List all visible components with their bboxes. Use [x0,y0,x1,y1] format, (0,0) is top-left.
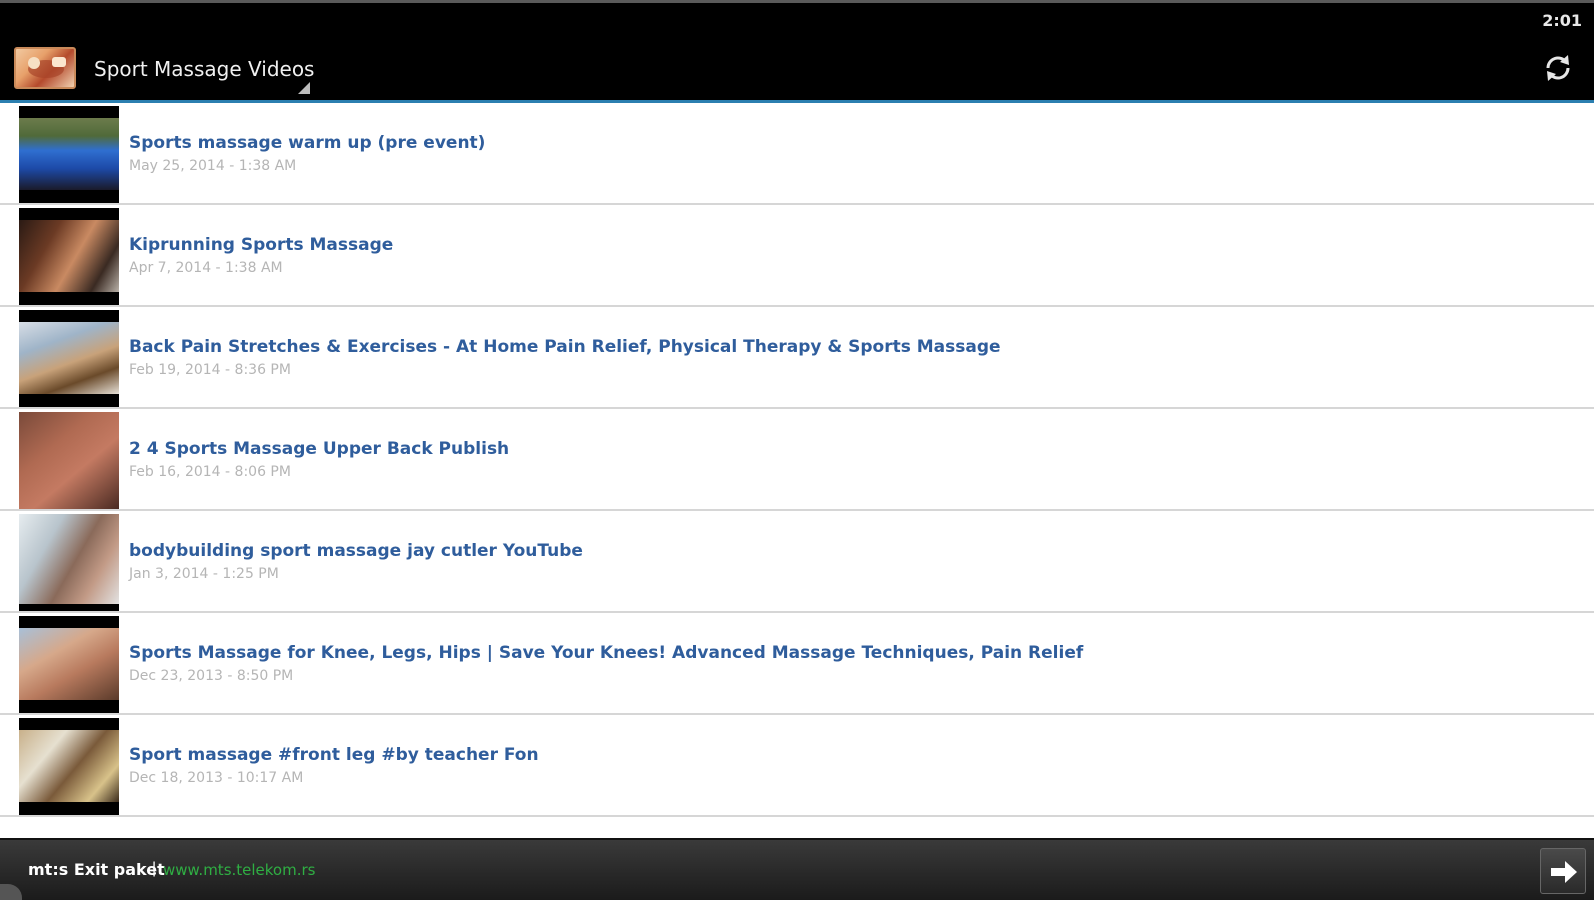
video-list[interactable]: Sports massage warm up (pre event) May 2… [0,103,1594,836]
ad-banner[interactable]: mt:s Exit paket | www.mts.telekom.rs [0,838,1594,900]
thumbnail-image [19,730,119,802]
thumbnail-image [19,514,119,604]
video-title[interactable]: Kiprunning Sports Massage [129,235,393,255]
ad-corner-badge-icon [0,884,22,900]
thumbnail-image [19,118,119,190]
video-row[interactable]: 2 4 Sports Massage Upper Back Publish Fe… [0,409,1594,511]
thumbnail-image [19,628,119,700]
app-screen: 2:01 Sport Massage Videos Sports massage… [0,0,1594,900]
video-date: Jan 3, 2014 - 1:25 PM [129,566,279,582]
ad-link[interactable]: www.mts.telekom.rs [163,861,315,879]
video-title[interactable]: 2 4 Sports Massage Upper Back Publish [129,439,509,459]
video-thumbnail[interactable] [19,616,119,713]
video-thumbnail[interactable] [19,412,119,509]
thumbnail-image [19,220,119,292]
ad-brand-text[interactable]: mt:s Exit paket [28,860,165,879]
video-row[interactable]: Kiprunning Sports Massage Apr 7, 2014 - … [0,205,1594,307]
video-date: Dec 23, 2013 - 8:50 PM [129,668,294,684]
video-date: Feb 16, 2014 - 8:06 PM [129,464,291,480]
thumbnail-image [19,322,119,394]
app-title[interactable]: Sport Massage Videos [94,57,314,81]
video-date: Dec 18, 2013 - 10:17 AM [129,770,304,786]
video-row[interactable]: bodybuilding sport massage jay cutler Yo… [0,511,1594,613]
video-thumbnail[interactable] [19,106,119,203]
video-title[interactable]: bodybuilding sport massage jay cutler Yo… [129,541,583,561]
refresh-icon[interactable] [1540,50,1576,86]
app-logo-art [28,57,66,78]
video-row[interactable]: Sports Massage for Knee, Legs, Hips | Sa… [0,613,1594,715]
ad-arrow-button[interactable] [1540,848,1586,894]
title-dropdown-caret-icon[interactable] [298,82,310,94]
action-bar: Sport Massage Videos [0,36,1594,100]
thumbnail-image [19,412,119,509]
video-title[interactable]: Sport massage #front leg #by teacher Fon [129,745,539,765]
video-row[interactable]: Sport massage #front leg #by teacher Fon… [0,715,1594,817]
video-date: Apr 7, 2014 - 1:38 AM [129,260,283,276]
video-date: Feb 19, 2014 - 8:36 PM [129,362,291,378]
ad-separator: | [152,860,157,877]
app-logo-icon[interactable] [14,47,76,89]
video-thumbnail[interactable] [19,718,119,815]
refresh-icon-svg [1546,55,1570,81]
status-bar: 2:01 [0,0,1594,36]
video-row[interactable]: Sports massage warm up (pre event) May 2… [0,103,1594,205]
video-row[interactable]: Back Pain Stretches & Exercises - At Hom… [0,307,1594,409]
video-thumbnail[interactable] [19,208,119,305]
video-title[interactable]: Sports Massage for Knee, Legs, Hips | Sa… [129,643,1083,663]
video-date: May 25, 2014 - 1:38 AM [129,158,297,174]
arrow-right-icon [1551,861,1577,883]
video-title[interactable]: Back Pain Stretches & Exercises - At Hom… [129,337,1001,357]
video-thumbnail[interactable] [19,514,119,611]
video-thumbnail[interactable] [19,310,119,407]
status-time: 2:01 [1542,11,1582,30]
video-title[interactable]: Sports massage warm up (pre event) [129,133,485,153]
